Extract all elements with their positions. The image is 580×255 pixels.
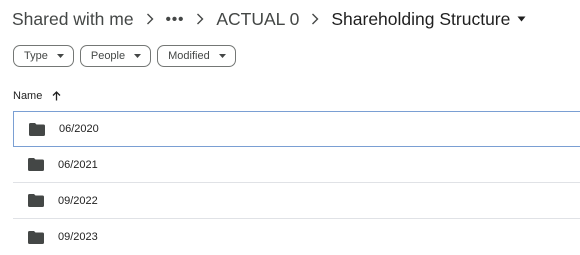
drive-folder-view: Shared with me ••• ACTUAL 0 Shareholding… (0, 0, 580, 255)
folder-icon (29, 122, 45, 136)
breadcrumb: Shared with me ••• ACTUAL 0 Shareholding… (12, 6, 526, 32)
arrow-drop-down-icon (56, 54, 64, 58)
breadcrumb-actual-0[interactable]: ACTUAL 0 (216, 9, 299, 30)
modified-filter-chip[interactable]: Modified (157, 45, 236, 67)
arrow-drop-down-icon[interactable] (517, 16, 526, 22)
folder-name: 09/2023 (58, 231, 98, 243)
people-filter-chip[interactable]: People (79, 45, 152, 67)
name-column-header[interactable]: Name (13, 87, 61, 105)
chevron-right-icon (196, 13, 204, 25)
modified-filter-label: Modified (168, 50, 210, 62)
folder-icon (28, 158, 44, 171)
folder-icon (28, 194, 44, 207)
type-filter-label: Type (24, 50, 48, 62)
arrow-drop-down-icon (134, 54, 142, 58)
type-filter-chip[interactable]: Type (13, 45, 74, 67)
folder-row[interactable]: 09/2022 (13, 183, 580, 219)
chevron-right-icon (311, 13, 319, 25)
breadcrumb-overflow-button[interactable]: ••• (166, 11, 185, 28)
people-filter-label: People (90, 50, 126, 62)
chevron-right-icon (146, 13, 154, 25)
folder-row[interactable]: 06/2020 (13, 111, 580, 147)
folder-name: 09/2022 (58, 194, 98, 207)
arrow-drop-down-icon (218, 54, 226, 58)
folder-name: 06/2021 (58, 158, 98, 171)
folder-name: 06/2020 (59, 123, 99, 135)
file-list: 06/2020 06/2021 09/2022 09/2023 (13, 111, 580, 255)
breadcrumb-shared-with-me[interactable]: Shared with me (12, 9, 134, 30)
folder-row[interactable]: 09/2023 (13, 219, 580, 255)
name-column-label: Name (13, 90, 43, 102)
filter-chips: Type People Modified (13, 45, 236, 67)
breadcrumb-current-folder[interactable]: Shareholding Structure (331, 9, 510, 30)
folder-icon (28, 230, 44, 244)
arrow-upward-icon[interactable] (52, 91, 61, 101)
folder-row[interactable]: 06/2021 (13, 147, 580, 183)
